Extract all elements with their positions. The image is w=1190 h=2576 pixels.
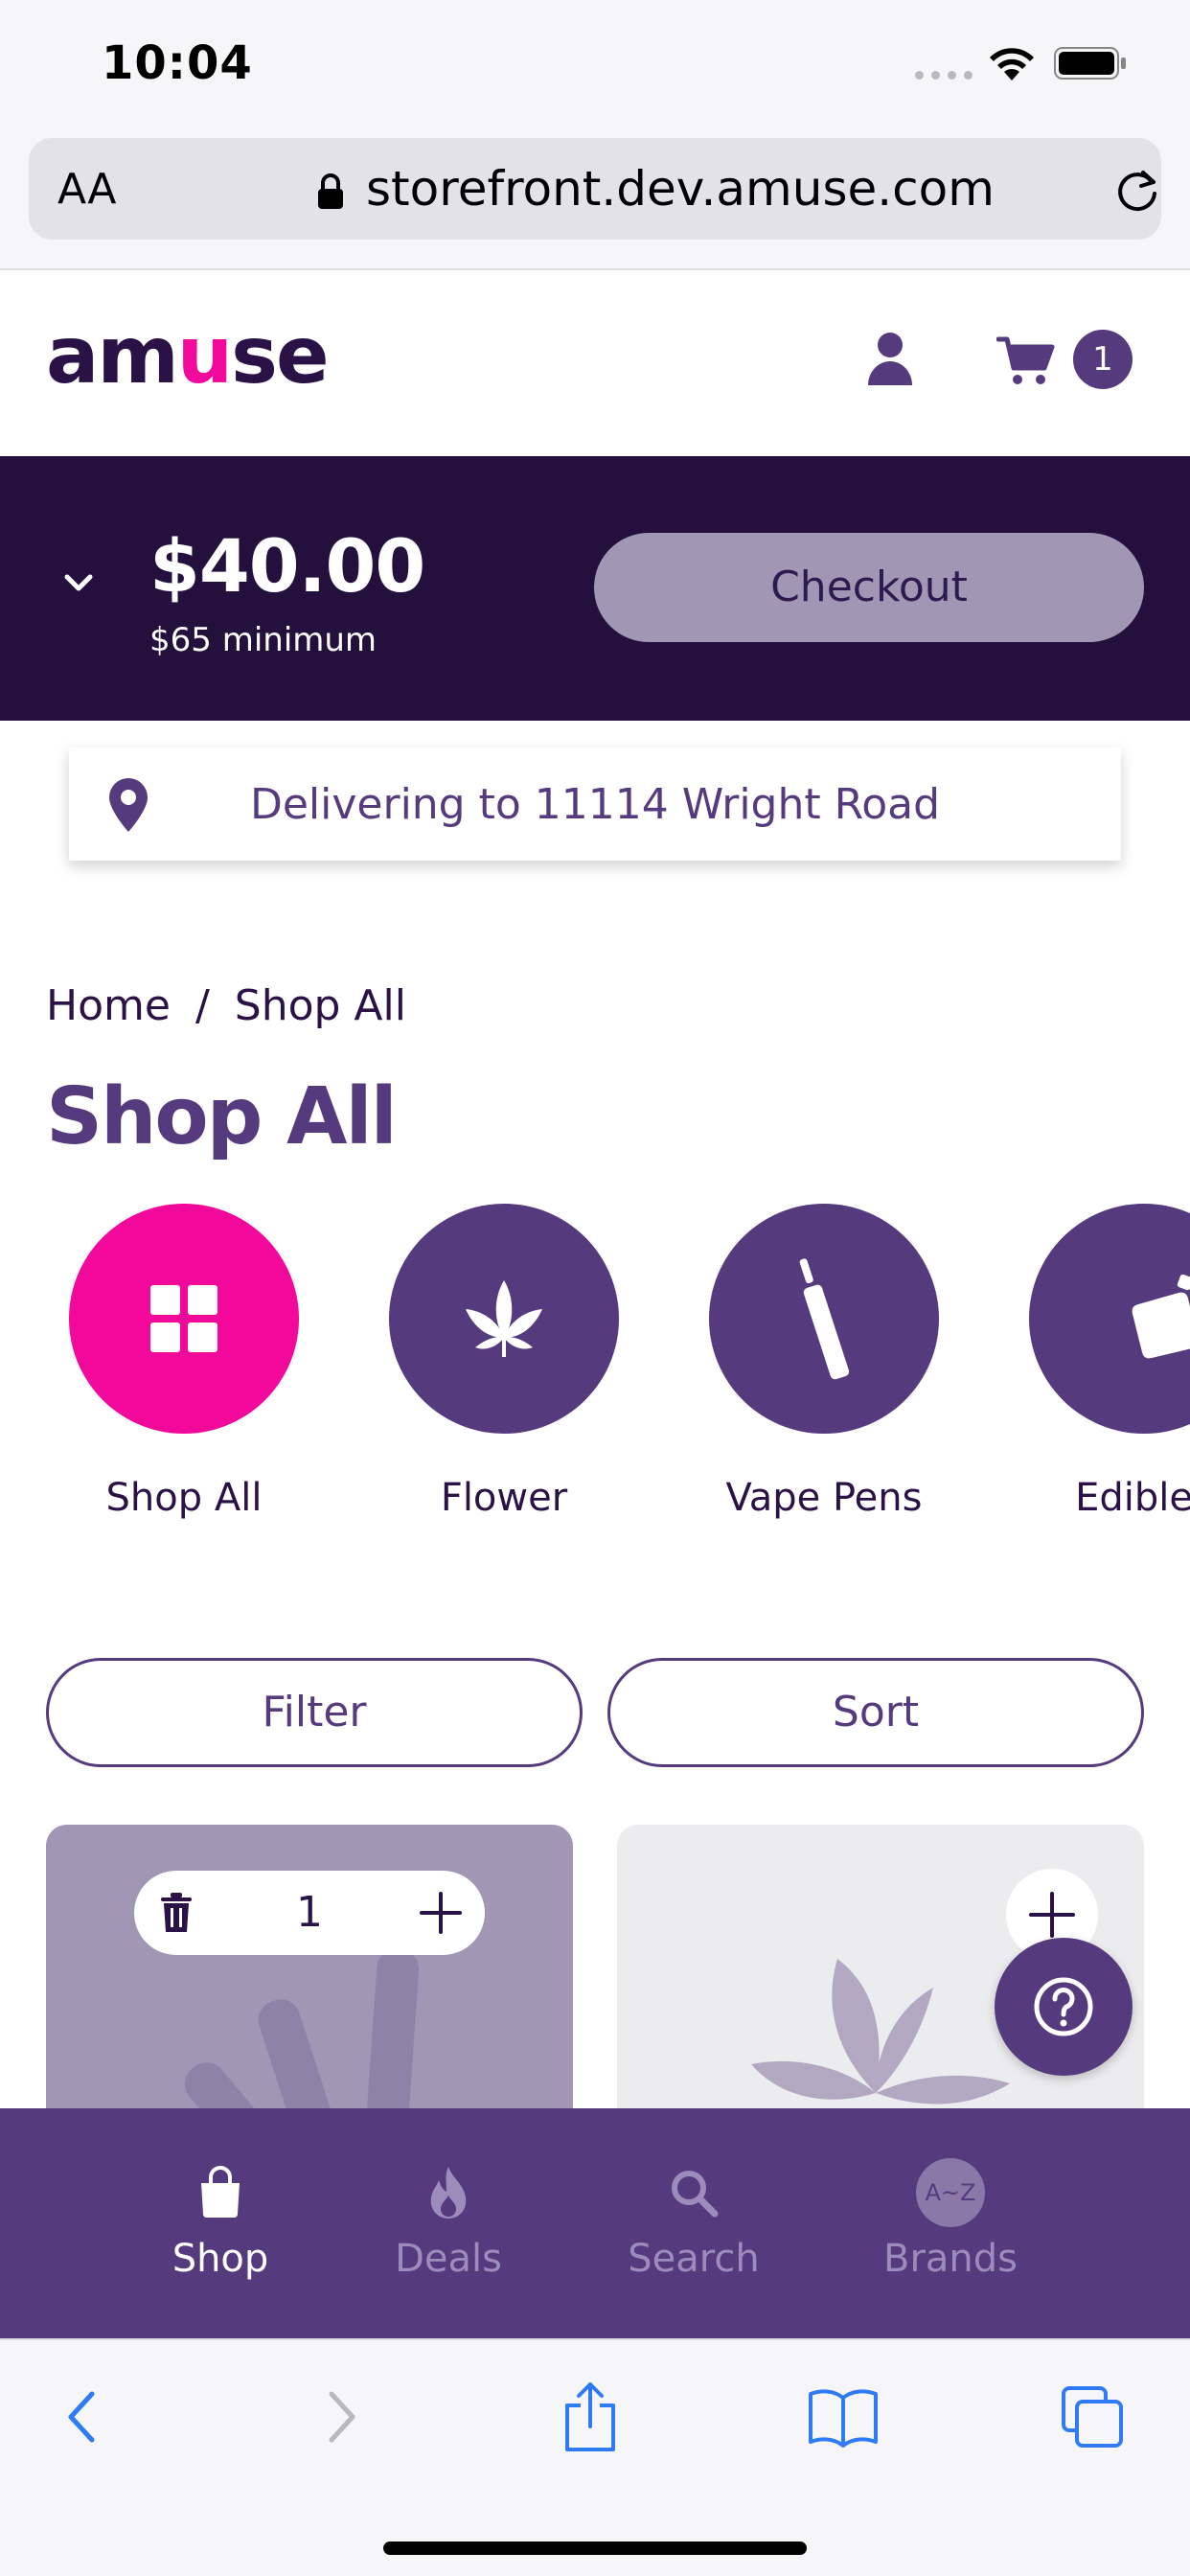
url-text[interactable]: storefront.dev.amuse.com	[366, 161, 995, 217]
back-button[interactable]	[44, 2379, 121, 2455]
category-circle	[69, 1204, 299, 1434]
category-circle	[709, 1204, 939, 1434]
bookmarks-button[interactable]	[805, 2379, 881, 2455]
tabs-button[interactable]	[1054, 2379, 1131, 2455]
grid-icon	[150, 1285, 217, 1352]
home-indicator	[383, 2542, 807, 2555]
address-bar[interactable]: AA storefront.dev.amuse.com	[29, 138, 1161, 240]
book-icon	[809, 2389, 878, 2448]
nav-label: Brands	[883, 2237, 1018, 2281]
cart-summary-bar: $40.00 $65 minimum Checkout	[0, 456, 1190, 721]
chevron-left-icon	[68, 2391, 95, 2443]
cart-total: $40.00	[149, 523, 425, 609]
breadcrumb-separator: /	[195, 981, 210, 1030]
delivery-address-bar[interactable]: Delivering to 11114 Wright Road	[69, 748, 1121, 861]
category-label: Edibles	[1075, 1476, 1190, 1520]
chevron-right-icon	[329, 2391, 355, 2443]
breadcrumb-current: Shop All	[234, 981, 406, 1030]
search-icon	[672, 2171, 719, 2218]
nav-label: Shop	[172, 2237, 269, 2281]
sort-button[interactable]: Sort	[607, 1658, 1144, 1767]
brands-az-icon: A~Z	[916, 2158, 985, 2227]
shopping-bag-icon	[201, 2166, 240, 2218]
vape-pen-icon	[799, 1258, 850, 1380]
status-bar: 10:04	[0, 0, 1190, 134]
lock-icon	[318, 173, 343, 209]
wifi-icon	[990, 48, 1034, 80]
category-label: Flower	[440, 1476, 568, 1520]
question-mark-icon	[1034, 1977, 1093, 2036]
flame-icon	[430, 2167, 467, 2219]
category-flower[interactable]: Flower	[389, 1204, 619, 1520]
nav-brands[interactable]: A~Z Brands	[845, 2158, 1056, 2281]
leaf-icon	[466, 1280, 542, 1357]
breadcrumb: Home / Shop All	[46, 981, 406, 1030]
nav-label: Deals	[395, 2237, 502, 2281]
bottom-navigation: Shop Deals Search A~Z Brands	[0, 2108, 1190, 2338]
cart-icon[interactable]	[996, 335, 1056, 387]
quantity-stepper: 1	[134, 1871, 485, 1955]
cart-count-badge[interactable]: 1	[1073, 330, 1133, 389]
product-image	[184, 1949, 420, 2112]
category-circle	[389, 1204, 619, 1434]
product-card[interactable]: 1	[46, 1825, 573, 2112]
filter-button[interactable]: Filter	[46, 1658, 583, 1767]
page-title: Shop All	[46, 1071, 398, 1162]
amuse-logo[interactable]: amuse	[46, 310, 330, 402]
share-icon	[565, 2382, 615, 2451]
edibles-icon	[1132, 1274, 1190, 1359]
battery-icon	[1054, 47, 1126, 80]
breadcrumb-home[interactable]: Home	[46, 981, 171, 1030]
category-circle	[1029, 1204, 1190, 1434]
nav-label: Search	[628, 2237, 760, 2281]
nav-deals[interactable]: Deals	[343, 2162, 554, 2281]
forward-button[interactable]	[303, 2379, 379, 2455]
nav-shop[interactable]: Shop	[115, 2162, 326, 2281]
help-button[interactable]	[995, 1938, 1133, 2076]
site-header: amuse 1	[0, 272, 1190, 456]
order-minimum: $65 minimum	[149, 621, 378, 659]
browser-address-area: AA storefront.dev.amuse.com	[0, 134, 1190, 270]
category-label: Vape Pens	[725, 1476, 923, 1520]
share-button[interactable]	[552, 2379, 629, 2455]
category-vape-pens[interactable]: Vape Pens	[709, 1204, 939, 1520]
chevron-down-icon[interactable]	[59, 569, 98, 598]
category-shop-all[interactable]: Shop All	[69, 1204, 299, 1520]
reload-icon[interactable]	[1113, 167, 1161, 215]
cellular-signal-icon	[915, 71, 973, 80]
checkout-button[interactable]: Checkout	[594, 533, 1144, 642]
status-time: 10:04	[102, 36, 253, 90]
nav-search[interactable]: Search	[588, 2162, 799, 2281]
delivery-address-text: Delivering to 11114 Wright Road	[249, 780, 941, 829]
account-icon[interactable]	[866, 330, 914, 387]
category-label: Shop All	[105, 1476, 263, 1520]
browser-toolbar	[0, 2338, 1190, 2576]
plus-icon[interactable]	[418, 1890, 464, 1936]
text-size-button[interactable]: AA	[57, 165, 116, 214]
category-edibles[interactable]: Edibles	[1029, 1204, 1190, 1520]
tabs-icon	[1062, 2386, 1123, 2448]
